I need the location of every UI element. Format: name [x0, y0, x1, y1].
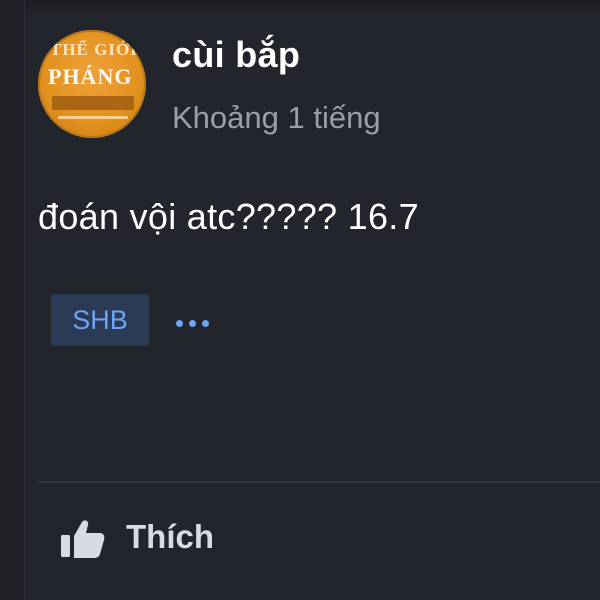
like-button[interactable]: Thích	[60, 512, 240, 566]
ellipsis-dot	[189, 320, 196, 327]
author-name[interactable]: cùi bắp	[172, 34, 300, 76]
ellipsis-dot	[176, 320, 183, 327]
left-edge-divider	[0, 0, 25, 600]
ellipsis-icon[interactable]	[168, 296, 218, 346]
thumbs-up-icon	[61, 520, 105, 558]
avatar-logo-line	[58, 116, 128, 119]
avatar-logo-bar	[52, 96, 134, 110]
post-timestamp[interactable]: Khoảng 1 tiếng	[172, 100, 381, 136]
stock-tag-shb[interactable]: SHB	[51, 294, 149, 346]
post-body: đoán vội atc????? 16.7	[38, 196, 419, 237]
top-shade	[0, 0, 600, 16]
post-card: THẾ GIỚI PHÁNG cùi bắp Khoảng 1 tiếng đo…	[0, 0, 600, 600]
like-label: Thích	[126, 518, 214, 555]
avatar[interactable]: THẾ GIỚI PHÁNG	[38, 30, 146, 138]
avatar-logo-top: THẾ GIỚI	[50, 40, 138, 59]
avatar-logo-text: PHÁNG	[48, 64, 133, 89]
ellipsis-dot	[202, 320, 209, 327]
divider	[38, 481, 600, 483]
